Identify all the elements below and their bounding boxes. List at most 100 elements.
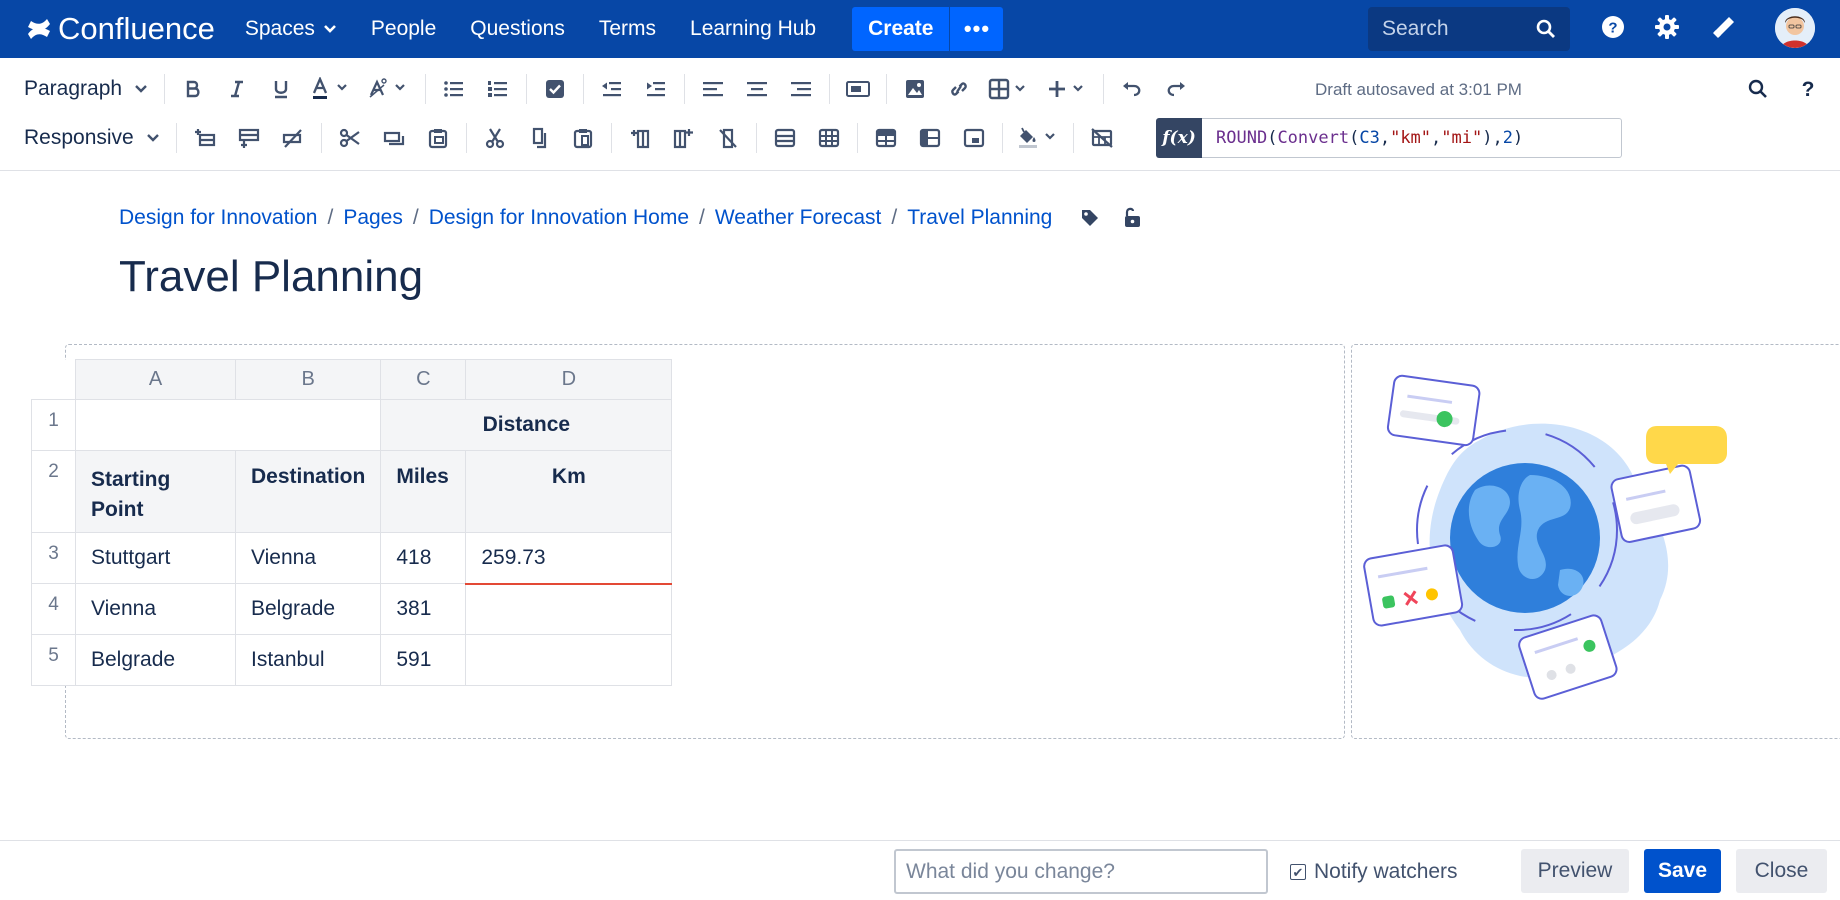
split-cells-button[interactable] — [807, 118, 851, 158]
table-cell-distance-header[interactable]: Distance — [380, 399, 673, 451]
table-cell[interactable]: 591 — [380, 634, 467, 686]
delete-column-button[interactable] — [706, 118, 750, 158]
table-cell[interactable]: 418 — [380, 532, 467, 584]
indent-button[interactable] — [634, 69, 678, 109]
search-input[interactable]: Search — [1368, 7, 1570, 51]
cut-column-button[interactable] — [473, 118, 517, 158]
keyboard-help-button[interactable]: ? — [1786, 69, 1830, 109]
breadcrumb-link[interactable]: Pages — [343, 206, 403, 230]
undo-button[interactable] — [1110, 69, 1154, 109]
column-header-d[interactable]: D — [465, 359, 673, 400]
numbered-column-button[interactable] — [952, 118, 996, 158]
bullet-list-button[interactable] — [432, 69, 476, 109]
help-icon[interactable]: ? — [1600, 14, 1626, 40]
row-header-1[interactable]: 1 — [31, 399, 76, 451]
column-header-a[interactable]: A — [75, 359, 236, 400]
copy-column-button[interactable] — [517, 118, 561, 158]
insert-column-before-button[interactable] — [618, 118, 662, 158]
table-cell-destination-header[interactable]: Destination — [234, 450, 382, 533]
copy-row-button[interactable] — [372, 118, 416, 158]
table-cell-starting-point-header[interactable]: Starting Point — [75, 450, 236, 533]
numbered-list-button[interactable] — [476, 69, 520, 109]
bold-button[interactable] — [171, 69, 215, 109]
row-header-3[interactable]: 3 — [31, 532, 76, 584]
table-cell[interactable]: Vienna — [234, 532, 382, 584]
more-formatting-dropdown[interactable] — [361, 69, 419, 109]
cut-row-button[interactable] — [328, 118, 372, 158]
table-cell[interactable]: Stuttgart — [75, 532, 236, 584]
table-cell-selected-d3[interactable]: 259.73 — [465, 532, 673, 585]
redo-button[interactable] — [1154, 69, 1198, 109]
more-create-options-button[interactable]: ••• — [949, 7, 1004, 51]
change-comment-input[interactable] — [894, 849, 1268, 894]
table-cell-km-header[interactable]: Km — [465, 450, 673, 533]
settings-gear-icon[interactable] — [1654, 14, 1680, 40]
close-button[interactable]: Close — [1736, 849, 1827, 893]
insert-link-button[interactable] — [937, 69, 981, 109]
restrictions-button[interactable] — [1122, 207, 1142, 229]
table-layout-dropdown[interactable]: Responsive — [0, 126, 160, 150]
nav-questions[interactable]: Questions — [470, 17, 565, 41]
insert-more-dropdown[interactable] — [1039, 69, 1097, 109]
page-layout-button[interactable] — [836, 69, 880, 109]
italic-button[interactable] — [215, 69, 259, 109]
table-cell[interactable] — [465, 583, 673, 635]
confluence-logo[interactable]: Confluence — [26, 11, 215, 47]
paste-row-button[interactable] — [416, 118, 460, 158]
table-cell[interactable]: Istanbul — [234, 634, 382, 686]
column-header-b[interactable]: B — [234, 359, 382, 400]
header-row-icon — [875, 128, 896, 148]
breadcrumb-link[interactable]: Design for Innovation — [119, 206, 317, 230]
save-button[interactable]: Save — [1644, 849, 1721, 893]
remove-table-button[interactable] — [1080, 118, 1124, 158]
table-cell[interactable]: Vienna — [75, 583, 236, 635]
table-cell[interactable]: Belgrade — [234, 583, 382, 635]
breadcrumb-link[interactable]: Travel Planning — [907, 206, 1052, 230]
merge-cells-button[interactable] — [763, 118, 807, 158]
insert-row-above-button[interactable] — [183, 118, 227, 158]
user-avatar[interactable] — [1775, 8, 1815, 48]
insert-row-below-button[interactable] — [227, 118, 271, 158]
create-button[interactable]: Create — [852, 7, 950, 51]
nav-terms[interactable]: Terms — [599, 17, 656, 41]
preview-button[interactable]: Preview — [1521, 849, 1629, 893]
notify-watchers-checkbox[interactable]: ✔ Notify watchers — [1290, 860, 1458, 884]
page-title[interactable]: Travel Planning — [119, 252, 423, 302]
align-center-button[interactable] — [735, 69, 779, 109]
nav-people[interactable]: People — [371, 17, 436, 41]
nav-spaces[interactable]: Spaces — [245, 17, 337, 41]
labels-button[interactable] — [1080, 208, 1100, 228]
cell-background-color-dropdown[interactable] — [1009, 118, 1067, 158]
table-cell-merged-a1[interactable] — [74, 399, 382, 451]
paragraph-style-dropdown[interactable]: Paragraph — [0, 77, 148, 101]
table-cell[interactable] — [465, 634, 673, 686]
task-list-button[interactable] — [533, 69, 577, 109]
table-cell-miles-header[interactable]: Miles — [380, 450, 467, 533]
align-left-button[interactable] — [691, 69, 735, 109]
insert-table-dropdown[interactable] — [981, 69, 1039, 109]
column-header-c[interactable]: C — [380, 359, 467, 400]
formula-fx-icon[interactable]: f(x) — [1156, 118, 1202, 158]
formula-input[interactable]: ROUND(Convert(C3, "km", "mi"), 2) — [1202, 118, 1622, 158]
breadcrumb-link[interactable]: Design for Innovation Home — [429, 206, 689, 230]
find-replace-button[interactable] — [1736, 69, 1780, 109]
table-cell[interactable]: Belgrade — [75, 634, 236, 686]
insert-image-button[interactable] — [893, 69, 937, 109]
text-color-dropdown[interactable] — [303, 69, 361, 109]
notifications-megaphone-icon[interactable] — [1711, 14, 1737, 40]
row-header-2[interactable]: 2 — [31, 450, 76, 533]
insert-column-after-button[interactable] — [662, 118, 706, 158]
delete-table-icon — [1090, 128, 1113, 148]
outdent-button[interactable] — [590, 69, 634, 109]
delete-row-button[interactable] — [271, 118, 315, 158]
row-header-4[interactable]: 4 — [31, 583, 76, 635]
header-row-button[interactable] — [864, 118, 908, 158]
header-column-button[interactable] — [908, 118, 952, 158]
nav-learning-hub[interactable]: Learning Hub — [690, 17, 816, 41]
breadcrumb-link[interactable]: Weather Forecast — [715, 206, 882, 230]
row-header-5[interactable]: 5 — [31, 634, 76, 686]
paste-column-button[interactable] — [561, 118, 605, 158]
align-right-button[interactable] — [779, 69, 823, 109]
underline-button[interactable] — [259, 69, 303, 109]
table-cell[interactable]: 381 — [380, 583, 467, 635]
